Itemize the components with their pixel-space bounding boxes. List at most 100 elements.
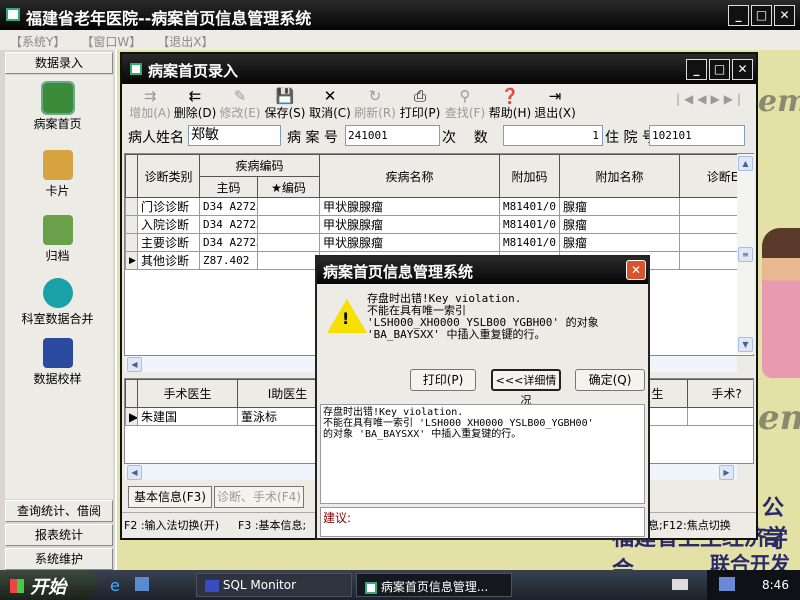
col-extra-name[interactable]: 附加名称 — [559, 154, 681, 198]
col-disease-name[interactable]: 疾病名称 — [319, 154, 501, 198]
last-record-button[interactable]: ▶| — [724, 92, 745, 106]
cell-name[interactable]: 甲状腺腺瘤 — [319, 215, 501, 234]
toolbar-add-button[interactable]: ⇉ 增加(A) — [126, 88, 174, 121]
cell-star[interactable] — [256, 215, 321, 234]
minimize-button[interactable]: _ — [728, 5, 749, 26]
start-button[interactable]: 开始 — [0, 570, 98, 600]
cartoon-figure — [762, 228, 800, 378]
toolbar-cancel-button[interactable]: ✕ 取消(C) — [306, 88, 354, 121]
patient-name-field[interactable]: 郑敏 — [188, 125, 281, 146]
cell-extra-code[interactable]: M81401/0 — [499, 215, 561, 234]
cell-star[interactable] — [256, 197, 321, 216]
cell-main[interactable]: D34 A2723 — [199, 197, 258, 216]
menu-exit[interactable]: 【退出X】 — [163, 35, 213, 49]
scroll-thumb[interactable]: ≡ — [738, 247, 753, 262]
cell-extra-code[interactable]: M81401/0 — [499, 197, 561, 216]
maximize-button[interactable]: □ — [751, 5, 772, 26]
cell-main[interactable]: Z87.402 — [199, 251, 258, 270]
sidebar-item-card[interactable]: 卡片 — [0, 150, 115, 199]
cell-main[interactable]: D34 A2723 — [199, 215, 258, 234]
tab-basic-info[interactable]: 基本信息(F3) — [128, 486, 212, 508]
cell-type[interactable]: 门诊诊断 — [137, 197, 200, 216]
case-number-field[interactable]: 241001 — [345, 125, 440, 146]
suggestion-label: 建议: — [323, 511, 352, 525]
scroll-left-icon[interactable]: ◀ — [127, 357, 142, 372]
dialog-ok-button[interactable]: 确定(Q) — [575, 369, 645, 391]
toolbar-exit-button[interactable]: ⇥ 退出(X) — [531, 88, 579, 121]
dialog-close-button[interactable]: ✕ — [626, 260, 646, 280]
ie-icon[interactable]: e — [110, 576, 120, 595]
table-row[interactable]: 门诊诊断 D34 A2723 甲状腺腺瘤 M81401/0 腺瘤 — [125, 197, 753, 216]
toolbar-print-button[interactable]: ⎙ 打印(P) — [396, 88, 444, 121]
cell-name[interactable]: 甲状腺腺瘤 — [319, 197, 501, 216]
toolbar-find-button[interactable]: ⚲ 查找(F) — [441, 88, 489, 121]
cell-extra-name[interactable]: 腺瘤 — [559, 197, 681, 216]
sidebar-query[interactable]: 查询统计、借阅 — [5, 500, 113, 522]
col-op-other[interactable]: 手术? — [687, 379, 753, 408]
cell-main[interactable]: D34 A2723 — [199, 233, 258, 252]
cell-extra-name[interactable]: 腺瘤 — [559, 215, 681, 234]
cell-star[interactable] — [256, 251, 321, 270]
diagnosis-vscrollbar[interactable]: ▲ ≡ ▼ — [737, 154, 754, 354]
col-diag-type[interactable]: 诊断类别 — [137, 154, 200, 198]
close-button[interactable]: ✕ — [774, 5, 795, 26]
menu-window[interactable]: 【窗口W】 — [87, 35, 141, 49]
bg-em-1: em — [758, 84, 800, 119]
scroll-up-icon[interactable]: ▲ — [738, 156, 753, 171]
dialog-detail-text[interactable]: 存盘时出错!Key violation. 不能在具有唯一索引 'LSH000_XH… — [320, 404, 645, 504]
next-record-button[interactable]: ▶ — [711, 92, 724, 106]
cell-name[interactable]: 甲状腺腺瘤 — [319, 233, 501, 252]
sidebar-item-case-home[interactable]: 病案首页 — [0, 81, 115, 132]
dialog-suggestion-field[interactable]: 建议: — [320, 507, 645, 537]
quicklaunch-icon[interactable] — [135, 577, 149, 591]
toolbar-save-button[interactable]: 💾 保存(S) — [261, 88, 309, 121]
col-surgeon[interactable]: 手术医生 — [137, 379, 238, 408]
inpatient-number-field[interactable]: 102101 — [649, 125, 745, 146]
cell-type[interactable]: 入院诊断 — [137, 215, 200, 234]
cell-type[interactable]: 其他诊断 — [137, 251, 200, 270]
network-icon[interactable] — [719, 577, 735, 591]
cell-extra-name[interactable]: 腺瘤 — [559, 233, 681, 252]
table-row[interactable]: 入院诊断 D34 A2723 甲状腺腺瘤 M81401/0 腺瘤 — [125, 215, 753, 234]
exit-icon: ⇥ — [548, 87, 562, 105]
sidebar-report[interactable]: 报表统计 — [5, 524, 113, 546]
child-minimize-button[interactable]: _ — [686, 59, 707, 80]
help-icon: ❓ — [500, 87, 520, 105]
scroll-left-icon[interactable]: ◀ — [127, 465, 142, 480]
toolbar-edit-button[interactable]: ✎ 修改(E) — [216, 88, 264, 121]
cell-star[interactable] — [256, 233, 321, 252]
keyboard-icon[interactable] — [672, 579, 688, 590]
table-row[interactable]: 主要诊断 D34 A2723 甲状腺腺瘤 M81401/0 腺瘤 — [125, 233, 753, 252]
cancel-icon: ✕ — [323, 87, 337, 105]
cell-type[interactable]: 主要诊断 — [137, 233, 200, 252]
dialog-print-button[interactable]: 打印(P) — [410, 369, 476, 391]
first-record-button[interactable]: |◀ — [676, 92, 697, 106]
sidebar-item-proof[interactable]: 数据校样 — [0, 338, 115, 387]
cell-extra-code[interactable]: M81401/0 — [499, 233, 561, 252]
toolbar-refresh-button[interactable]: ↻ 刷新(R) — [351, 88, 399, 121]
warning-mark: ! — [342, 309, 350, 328]
dialog-details-button[interactable]: <<<详细情况 — [491, 369, 561, 407]
child-close-button[interactable]: ✕ — [732, 59, 753, 80]
sidebar: 数据录入 病案首页 卡片 归档 科室数据合并 数据校样 查询统计、借阅 报表统计… — [0, 50, 117, 570]
scroll-down-icon[interactable]: ▼ — [738, 337, 753, 352]
sidebar-maintenance[interactable]: 系统维护 — [5, 548, 113, 570]
child-maximize-button[interactable]: □ — [709, 59, 730, 80]
col-main-code[interactable]: 主码 — [199, 176, 258, 198]
menu-system[interactable]: 【系统Y】 — [10, 35, 65, 49]
bg-em-2: em — [758, 398, 800, 438]
col-extra-code[interactable]: 附加码 — [499, 154, 561, 198]
sidebar-data-entry[interactable]: 数据录入 — [5, 52, 113, 74]
sidebar-item-merge[interactable]: 科室数据合并 — [0, 278, 115, 327]
tab-diagnosis-surgery[interactable]: 诊断、手术(F4) — [214, 486, 304, 508]
task-case-system[interactable]: 病案首页信息管理... — [356, 573, 512, 597]
scroll-right-icon[interactable]: ▶ — [719, 465, 734, 480]
toolbar-help-button[interactable]: ❓ 帮助(H) — [486, 88, 534, 121]
toolbar-delete-button[interactable]: ⇇ 删除(D) — [171, 88, 219, 121]
sidebar-item-archive[interactable]: 归档 — [0, 215, 115, 264]
prev-record-button[interactable]: ◀ — [697, 92, 710, 106]
times-field[interactable]: 1 — [503, 125, 603, 146]
status-f12: 息;F12:焦点切换 — [648, 519, 731, 532]
task-sql-monitor[interactable]: SQL Monitor — [196, 573, 352, 597]
col-star-code[interactable]: ★编码 — [256, 176, 321, 198]
